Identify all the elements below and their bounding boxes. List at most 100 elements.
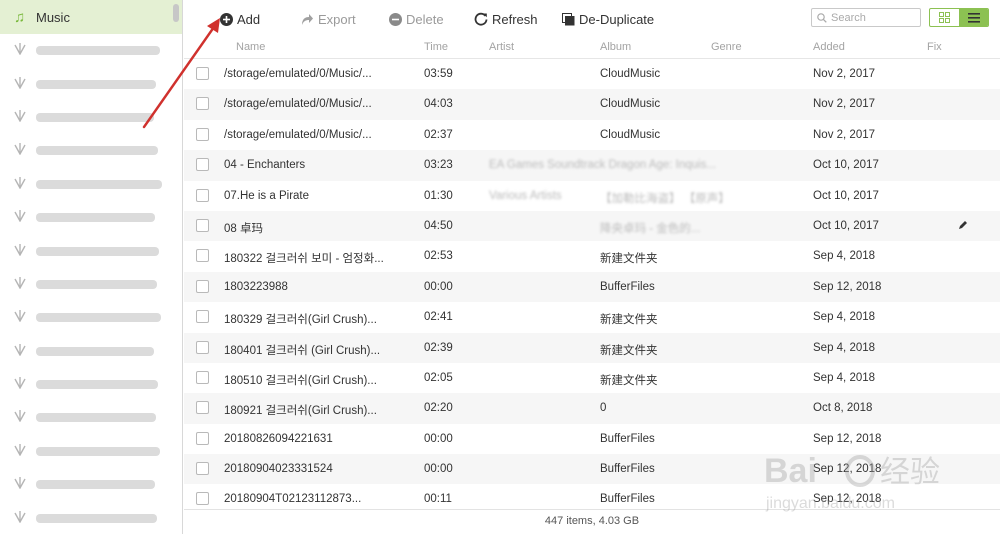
column-header-name[interactable]: Name [236, 41, 265, 53]
playlist-icon [14, 276, 36, 292]
cell-name: 180329 걸크러쉬(Girl Crush)... [224, 314, 377, 327]
column-header-added[interactable]: Added [813, 41, 845, 53]
cell-added: Sep 12, 2018 [813, 463, 882, 476]
table-row[interactable]: 180329 걸크러쉬(Girl Crush)... 02:41 新建文件夹 Sep … [184, 302, 1000, 332]
table-row[interactable]: /storage/emulated/0/Music/... 04:03 CloudM… [184, 89, 1000, 120]
sidebar-item-music[interactable]: ♫ Music [0, 0, 182, 34]
cell-added: Sep 12, 2018 [813, 432, 882, 445]
export-button[interactable]: Export [300, 9, 356, 29]
playlist-icon [14, 310, 36, 325]
refresh-icon [474, 12, 488, 26]
sidebar-playlist-item[interactable] [0, 468, 182, 501]
grid-view-button[interactable] [930, 9, 959, 26]
table-header: Name Time Artist Album Genre Added Fix [184, 37, 1000, 59]
row-checkbox[interactable] [196, 401, 209, 415]
playlist-icon [14, 143, 36, 158]
row-checkbox[interactable] [196, 158, 209, 172]
table-row[interactable]: 04 - Enchanters 03:23 EA Games Soundtrack … [184, 150, 1000, 181]
view-toggle [929, 8, 989, 27]
table-row[interactable]: 07.He is a Pirate 01:30 Various Artists 【加勒… [184, 181, 1000, 211]
row-checkbox[interactable] [196, 462, 209, 476]
table-row[interactable]: 20180826094221631 00:00 BufferFiles Sep 12,… [184, 424, 1000, 454]
cell-added: Oct 8, 2018 [813, 402, 873, 415]
row-checkbox[interactable] [196, 127, 209, 141]
row-checkbox[interactable] [196, 249, 209, 263]
sidebar-playlist-item[interactable] [0, 268, 182, 301]
column-header-album[interactable]: Album [600, 41, 631, 53]
sidebar-playlist-item[interactable] [0, 234, 182, 267]
row-checkbox[interactable] [196, 188, 209, 202]
row-checkbox[interactable] [196, 97, 209, 111]
column-header-artist[interactable]: Artist [489, 41, 514, 53]
search-placeholder: Search [831, 11, 866, 24]
refresh-button[interactable]: Refresh [474, 9, 538, 29]
column-header-genre[interactable]: Genre [711, 41, 742, 53]
table-row[interactable]: 180322 걸크러쉬 보미 - 엄정화... 02:53 新建文件夹 Sep 4, … [184, 241, 1000, 271]
delete-button[interactable]: Delete [389, 9, 444, 29]
de-duplicate-button[interactable]: De-Duplicate [562, 9, 654, 29]
cell-added: Oct 10, 2017 [813, 159, 879, 172]
table-row[interactable]: 180401 걸크러쉬 (Girl Crush)... 02:39 新建文件夹 Sep… [184, 332, 1000, 363]
row-checkbox[interactable] [196, 279, 209, 293]
cell-album: BufferFiles [600, 432, 655, 445]
cell-name: 20180826094221631 [224, 432, 333, 445]
playlist-name-redacted [36, 146, 158, 156]
search-input[interactable]: Search [811, 8, 921, 27]
row-checkbox[interactable] [196, 370, 209, 384]
sidebar: ♫ Music [0, 0, 183, 534]
row-checkbox[interactable] [196, 492, 209, 506]
table-row[interactable]: 180510 걸크러쉬(Girl Crush)... 02:05 新建文件夹 Sep … [184, 363, 1000, 393]
column-header-time[interactable]: Time [424, 41, 448, 53]
row-checkbox[interactable] [196, 340, 209, 354]
playlist-name-redacted [36, 46, 160, 56]
row-checkbox[interactable] [196, 310, 209, 324]
sidebar-playlist-item[interactable] [0, 201, 182, 234]
cell-name: /storage/emulated/0/Music/... [224, 98, 372, 111]
column-header-fix[interactable]: Fix [927, 41, 942, 53]
playlist-name-redacted [36, 413, 156, 423]
music-note-icon: ♫ [14, 8, 26, 26]
sidebar-playlist-item[interactable] [0, 501, 182, 534]
playlist-name-redacted [36, 179, 162, 189]
table-row[interactable]: /storage/emulated/0/Music/... 03:59 CloudM… [184, 59, 1000, 89]
sidebar-playlist-item[interactable] [0, 335, 182, 368]
add-button[interactable]: Add [220, 9, 260, 29]
sidebar-playlist-item[interactable] [0, 34, 182, 67]
table-row[interactable]: 20180904023331524 00:00 BufferFiles Sep 12,… [184, 454, 1000, 485]
list-view-button[interactable] [959, 9, 988, 26]
refresh-label: Refresh [492, 11, 538, 27]
row-checkbox[interactable] [196, 431, 209, 445]
cell-name: 180921 걸크러쉬(Girl Crush)... [224, 405, 377, 418]
cell-added: Sep 12, 2018 [813, 493, 882, 506]
playlist-icon [14, 443, 36, 459]
playlist-icon [14, 510, 36, 526]
cell-name: /storage/emulated/0/Music/... [224, 128, 372, 141]
sidebar-scrollbar[interactable] [173, 4, 179, 22]
cell-album: 新建文件夹 [600, 253, 658, 266]
cell-added: Oct 10, 2017 [813, 219, 879, 232]
table-row[interactable]: /storage/emulated/0/Music/... 02:37 CloudM… [184, 120, 1000, 150]
duplicate-icon [562, 12, 575, 26]
cell-album: CloudMusic [600, 98, 661, 111]
playlist-name-redacted [36, 279, 157, 289]
table-row[interactable]: 1803223988 00:00 BufferFiles Sep 12, 2018 [184, 271, 1000, 303]
edit-pencil-icon[interactable] [958, 220, 968, 233]
table-row[interactable]: 180921 걸크러쉬(Girl Crush)... 02:20 0 Oct 8, 2… [184, 393, 1000, 424]
cell-album: BufferFiles [600, 463, 655, 476]
sidebar-playlist-item[interactable] [0, 301, 182, 334]
table-row[interactable]: 08 卓玛 04:50 降央卓玛 - 金色的... Oct 10, 2017 [184, 210, 1000, 242]
row-checkbox[interactable] [196, 218, 209, 232]
cell-time: 00:00 [424, 463, 453, 476]
cell-album: BufferFiles [600, 493, 655, 506]
playlist-name-redacted [36, 112, 154, 122]
sidebar-playlist-item[interactable] [0, 168, 182, 201]
sidebar-playlist-item[interactable] [0, 401, 182, 434]
sidebar-playlist-item[interactable] [0, 101, 182, 134]
cell-added: Oct 10, 2017 [813, 189, 879, 202]
sidebar-playlist-item[interactable] [0, 67, 182, 100]
sidebar-playlist-item[interactable] [0, 368, 182, 401]
row-checkbox[interactable] [196, 67, 209, 80]
cell-time: 03:23 [424, 159, 453, 172]
sidebar-playlist-item[interactable] [0, 134, 182, 167]
sidebar-playlist-item[interactable] [0, 435, 182, 468]
